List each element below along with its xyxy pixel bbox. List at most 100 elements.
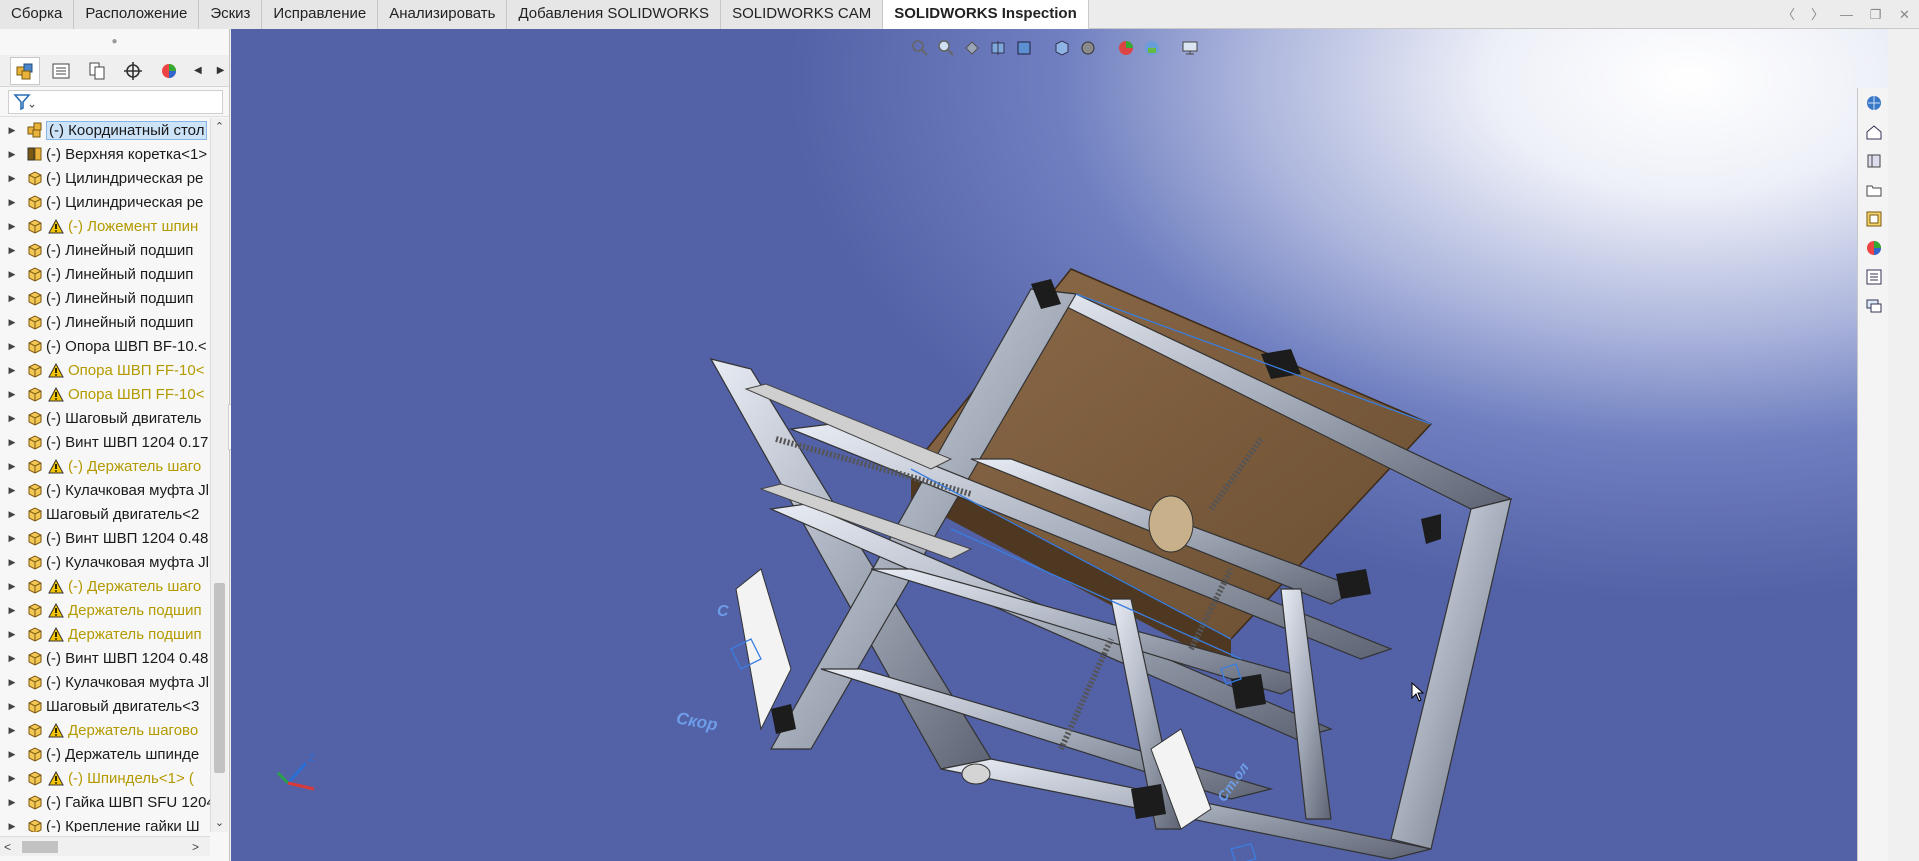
- view-orientation-icon[interactable]: [1051, 37, 1073, 59]
- tree-item[interactable]: ▶ Опора ШВП FF-10<: [0, 382, 210, 406]
- expand-arrow-icon[interactable]: ▶: [0, 485, 24, 496]
- expand-arrow-icon[interactable]: ▶: [0, 677, 24, 688]
- expand-arrow-icon[interactable]: ▶: [0, 461, 24, 472]
- tree-item[interactable]: ▶ (-) Держатель шаго: [0, 454, 210, 478]
- dynamic-annotation-icon[interactable]: [1013, 37, 1035, 59]
- tree-item[interactable]: ▶ (-) Кулачковая муфта Jl: [0, 550, 210, 574]
- expand-arrow-icon[interactable]: ▶: [0, 437, 24, 448]
- expand-arrow-icon[interactable]: ▶: [0, 389, 24, 400]
- hscroll-thumb[interactable]: [22, 841, 58, 853]
- tab-scroll-left-icon[interactable]: ◀: [190, 57, 207, 85]
- display-style-icon[interactable]: [1077, 37, 1099, 59]
- tree-filter-input[interactable]: [8, 89, 223, 114]
- expand-arrow-icon[interactable]: ▶: [0, 221, 24, 232]
- section-view-icon[interactable]: [987, 37, 1009, 59]
- scroll-up-icon[interactable]: ⌃: [211, 118, 228, 136]
- expand-arrow-icon[interactable]: ▶: [0, 173, 24, 184]
- expand-arrow-icon[interactable]: ▶: [0, 725, 24, 736]
- expand-arrow-icon[interactable]: ▶: [0, 341, 24, 352]
- expand-arrow-icon[interactable]: ▶: [0, 557, 24, 568]
- tree-item[interactable]: ▶ (-) Цилиндрическая ре: [0, 190, 210, 214]
- tree-item[interactable]: ▶ (-) Винт ШВП 1204 0.17: [0, 430, 210, 454]
- configuration-manager-tab-icon[interactable]: [82, 57, 112, 85]
- tree-item[interactable]: ▶ (-) Опора ШВП BF-10.<: [0, 334, 210, 358]
- tree-vertical-scrollbar[interactable]: ⌃ ⌄: [210, 118, 228, 832]
- expand-arrow-icon[interactable]: ▶: [0, 125, 24, 136]
- expand-arrow-icon[interactable]: ▶: [0, 797, 24, 808]
- expand-arrow-icon[interactable]: ▶: [0, 821, 24, 832]
- command-tab[interactable]: Расположение: [74, 0, 200, 29]
- dimxpert-tab-icon[interactable]: [118, 57, 148, 85]
- assembly-model[interactable]: [231, 29, 1888, 861]
- home-icon[interactable]: [1858, 117, 1889, 146]
- expand-arrow-icon[interactable]: ▶: [0, 293, 24, 304]
- expand-arrow-icon[interactable]: ▶: [0, 413, 24, 424]
- tree-item[interactable]: ▶ (-) Кулачковая муфта Jl: [0, 478, 210, 502]
- tree-item[interactable]: ▶ (-) Шпиндель<1> (: [0, 766, 210, 790]
- tree-item[interactable]: ▶ Держатель шагово: [0, 718, 210, 742]
- scroll-left-icon[interactable]: <: [4, 837, 11, 857]
- tree-item[interactable]: ▶ (-) Винт ШВП 1204 0.48: [0, 646, 210, 670]
- close-icon[interactable]: ✕: [1890, 0, 1919, 29]
- tab-scroll-right-icon[interactable]: ▶: [212, 57, 229, 85]
- scroll-right-icon[interactable]: >: [192, 837, 199, 857]
- tree-horizontal-scrollbar[interactable]: < >: [0, 836, 210, 856]
- apply-scene-icon[interactable]: [1141, 37, 1163, 59]
- tree-item[interactable]: ▶ (-) Линейный подшип: [0, 286, 210, 310]
- graphics-viewport[interactable]: C Скор Ст.ол Z: [231, 29, 1888, 861]
- tree-item[interactable]: ▶ (-) Координатный стол: [0, 118, 210, 142]
- tree-item[interactable]: ▶ (-) Верхняя коретка<1>: [0, 142, 210, 166]
- tree-item[interactable]: ▶ (-) Линейный подшип: [0, 238, 210, 262]
- dock-left-icon[interactable]: 〈: [1774, 0, 1803, 29]
- tree-item[interactable]: ▶ Шаговый двигатель<2: [0, 502, 210, 526]
- command-tab[interactable]: Анализировать: [378, 0, 508, 29]
- expand-arrow-icon[interactable]: ▶: [0, 269, 24, 280]
- tree-item[interactable]: ▶ (-) Держатель шпинде: [0, 742, 210, 766]
- minimize-icon[interactable]: —: [1832, 0, 1861, 29]
- pane-grip-icon[interactable]: ●: [0, 29, 229, 55]
- tree-item[interactable]: ▶ (-) Линейный подшип: [0, 310, 210, 334]
- tree-item[interactable]: ▶ (-) Ложемент шпин: [0, 214, 210, 238]
- tree-item[interactable]: ▶ (-) Кулачковая муфта Jl: [0, 670, 210, 694]
- tree-item[interactable]: ▶ Держатель подшип: [0, 622, 210, 646]
- command-tab[interactable]: Сборка: [0, 0, 75, 29]
- property-manager-tab-icon[interactable]: [46, 57, 76, 85]
- command-tab[interactable]: Исправление: [262, 0, 379, 29]
- restore-icon[interactable]: ❐: [1861, 0, 1890, 29]
- edit-appearance-icon[interactable]: [1115, 37, 1137, 59]
- scroll-down-icon[interactable]: ⌄: [211, 814, 228, 832]
- command-tab[interactable]: SOLIDWORKS CAM: [721, 0, 884, 29]
- previous-view-icon[interactable]: [961, 37, 983, 59]
- feature-tree-tab-icon[interactable]: [10, 56, 40, 85]
- expand-arrow-icon[interactable]: ▶: [0, 149, 24, 160]
- expand-arrow-icon[interactable]: ▶: [0, 653, 24, 664]
- expand-arrow-icon[interactable]: ▶: [0, 533, 24, 544]
- expand-arrow-icon[interactable]: ▶: [0, 701, 24, 712]
- custom-properties-icon[interactable]: [1858, 262, 1889, 291]
- expand-arrow-icon[interactable]: ▶: [0, 629, 24, 640]
- view-palette-icon[interactable]: [1858, 204, 1889, 233]
- tree-item[interactable]: ▶ (-) Гайка ШВП SFU 1204: [0, 790, 210, 814]
- tree-item[interactable]: ▶ (-) Шаговый двигатель: [0, 406, 210, 430]
- design-library-icon[interactable]: [1858, 146, 1889, 175]
- tree-item[interactable]: ▶ (-) Линейный подшип: [0, 262, 210, 286]
- tree-item[interactable]: ▶ Шаговый двигатель<3: [0, 694, 210, 718]
- expand-arrow-icon[interactable]: ▶: [0, 509, 24, 520]
- tree-item[interactable]: ▶ (-) Винт ШВП 1204 0.48: [0, 526, 210, 550]
- view-settings-icon[interactable]: [1179, 37, 1201, 59]
- command-tab[interactable]: Добавления SOLIDWORKS: [507, 0, 722, 29]
- tree-item[interactable]: ▶ (-) Держатель шаго: [0, 574, 210, 598]
- command-tab[interactable]: Эскиз: [199, 0, 263, 29]
- dock-right-icon[interactable]: 〉: [1803, 0, 1832, 29]
- tree-item[interactable]: ▶ (-) Цилиндрическая ре: [0, 166, 210, 190]
- solidworks-resources-icon[interactable]: [1858, 88, 1889, 117]
- file-explorer-icon[interactable]: [1858, 175, 1889, 204]
- expand-arrow-icon[interactable]: ▶: [0, 581, 24, 592]
- appearances-icon[interactable]: [1858, 233, 1889, 262]
- zoom-to-area-icon[interactable]: [935, 37, 957, 59]
- expand-arrow-icon[interactable]: ▶: [0, 365, 24, 376]
- forum-icon[interactable]: [1858, 291, 1889, 320]
- tree-item[interactable]: ▶ (-) Крепление гайки Ш: [0, 814, 210, 832]
- display-manager-tab-icon[interactable]: [154, 57, 184, 85]
- expand-arrow-icon[interactable]: ▶: [0, 773, 24, 784]
